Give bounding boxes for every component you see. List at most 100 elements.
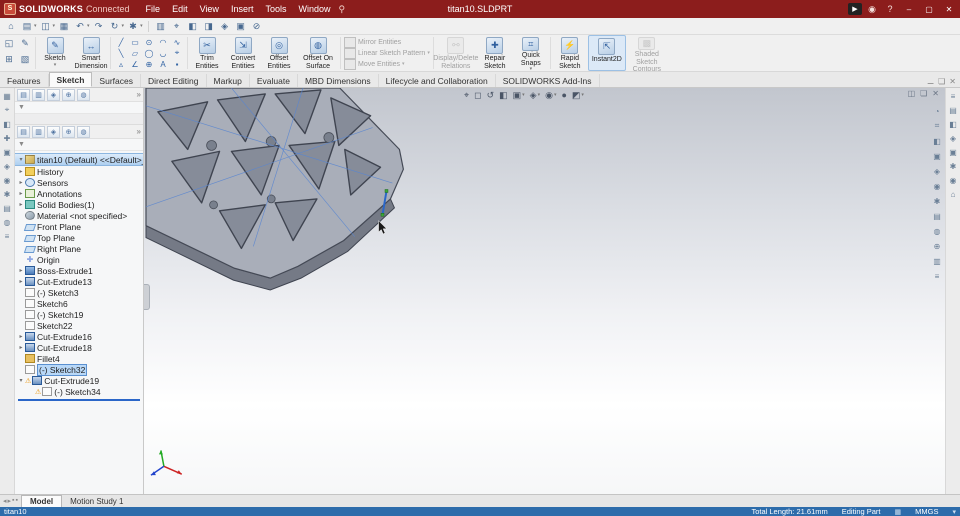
linear-pattern-caret-icon[interactable]: ▾ [427,50,430,56]
status-grid-icon[interactable]: ▦ [895,508,902,516]
view-orientation-icon[interactable]: ▣ ▾ [511,90,527,101]
tab-sketch[interactable]: Sketch [48,72,93,87]
tab-scroll-left-icon[interactable]: ◂ [3,497,7,505]
left-toolbar-icon[interactable]: ✚ [2,133,12,143]
tree-item-cut-extrude19[interactable]: ▾ ⚠ Cut-Extrude19 [15,375,143,386]
menu-insert[interactable]: Insert [225,4,260,14]
custom-properties-icon[interactable]: ✱ [948,161,958,171]
zoom-to-fit-icon[interactable]: ⌖ [462,90,471,101]
view-palette-icon[interactable]: ◈ [948,133,958,143]
open-icon[interactable]: ▤ [20,20,34,33]
ribbon-restore-icon[interactable]: ❏ [938,77,945,86]
print-icon[interactable]: ▦ [57,20,71,33]
repair-sketch-button[interactable]: ✚ Repair Sketch [477,35,513,71]
edit-appearance-icon[interactable]: ● [559,90,568,100]
rapid-sketch-button[interactable]: ⚡ Rapid Sketch [552,35,588,71]
tab-mbd-dimensions[interactable]: MBD Dimensions [298,74,379,87]
display-manager-icon[interactable]: ◍ [77,88,90,101]
left-toolbar-icon[interactable]: ⌖ [2,105,12,115]
dimxpert-manager-icon[interactable]: ⊕ [62,125,75,138]
parallelogram-tool-icon[interactable]: ▱ [128,48,142,59]
expander-icon[interactable]: ▸ [17,267,25,274]
expander-icon[interactable]: ▸ [17,278,25,285]
redo-icon[interactable]: ↷ [92,20,106,33]
tab-list-icon[interactable]: ▪ [12,497,14,505]
pin-menu-icon[interactable]: ⚲ [338,4,345,15]
smart-dimension-button[interactable]: ↔ Smart Dimension [73,35,109,71]
tab-direct-editing[interactable]: Direct Editing [141,74,207,87]
exit-sketch-icon[interactable]: ◱ [2,37,16,50]
expander-icon[interactable]: ▸ [17,201,25,208]
rollback-bar[interactable] [18,399,140,401]
section-icon[interactable]: ◨ [202,20,216,33]
mirror-entities-button[interactable]: Mirror Entities [344,36,430,48]
right-toolbar-icon[interactable]: ▣ [932,151,942,161]
left-toolbar-icon[interactable]: ◧ [2,119,12,129]
dimxpert-manager-icon[interactable]: ⊕ [62,88,75,101]
expander-icon[interactable]: ▾ [17,156,25,163]
menu-tools[interactable]: Tools [259,4,292,14]
appearance-icon[interactable]: ◈ [218,20,232,33]
panel-splitter-handle[interactable] [144,284,150,310]
tree-item-solid-bodies[interactable]: ▸ Solid Bodies(1) [15,199,143,210]
options-icon[interactable]: ✱ [126,20,140,33]
left-toolbar-icon[interactable]: ✱ [2,189,12,199]
left-toolbar-icon[interactable]: ◍ [2,217,12,227]
move-entities-caret-icon[interactable]: ▾ [402,61,405,67]
zoom-to-area-icon[interactable]: ◻ [472,90,483,101]
right-toolbar-icon[interactable]: ◔ [932,106,942,116]
file-properties-icon[interactable]: ▥ [154,20,168,33]
sketch-settings-icon[interactable]: ✎ [18,37,32,50]
maximize-button[interactable]: ▢ [920,2,938,16]
left-toolbar-icon[interactable]: ◈ [2,161,12,171]
expander-icon[interactable]: ▾ [17,377,25,384]
tab-features[interactable]: Features [0,74,49,87]
right-toolbar-icon[interactable]: ⊕ [932,241,942,251]
tree-item-sensors[interactable]: ▸ Sensors [15,177,143,188]
forum-icon[interactable]: ◉ [948,175,958,185]
file-explorer-icon[interactable]: ◧ [948,119,958,129]
left-toolbar-icon[interactable]: ≡ [2,231,12,241]
sketch-picture-icon[interactable]: ▧ [18,53,32,66]
expander-icon[interactable]: ▸ [17,168,25,175]
3dexperience-icon[interactable]: ▶ [848,3,862,15]
tree-item-history[interactable]: ▸ History [15,166,143,177]
grid-snap-icon[interactable]: ⊞ [2,53,16,66]
right-toolbar-icon[interactable]: ⌗ [932,121,942,131]
close-button[interactable]: ✕ [940,2,958,16]
display-manager-icon[interactable]: ◍ [77,125,90,138]
menu-window[interactable]: Window [292,4,336,14]
menu-edit[interactable]: Edit [166,4,194,14]
tree-item-fillet4[interactable]: Fillet4 [15,353,143,364]
save-caret-icon[interactable]: ▾ [53,23,56,29]
expander-icon[interactable]: ▸ [17,179,25,186]
polygon-tool-icon[interactable]: ▵ [114,59,128,70]
fm-tabs-overflow-icon[interactable]: » [137,90,141,99]
tab-scroll-right-icon[interactable]: ▸ [8,497,12,505]
fm-tabs-overflow-icon[interactable]: » [137,127,141,136]
arc-tool-icon[interactable]: ◠ [156,37,170,48]
tree-item-right-plane[interactable]: Right Plane [15,243,143,254]
left-toolbar-icon[interactable]: ▦ [2,91,12,101]
viewport-split-icon[interactable]: ◫ [908,89,916,98]
solidworks-resources-icon[interactable]: ≡ [948,91,958,101]
status-units[interactable]: MMGS [915,507,938,516]
configuration-manager-icon[interactable]: ◈ [47,125,60,138]
graphics-viewport[interactable]: ⌖ ◻ ↺ ◧ ▣▾ ◈▾ ◉▾ ● ◩▾ ◫ ❏ ✕ ◔ ⌗ ◧ ▣ [144,88,945,494]
model-canvas[interactable] [144,88,945,494]
tree-item-cut-extrude18[interactable]: ▸ Cut-Extrude18 [15,342,143,353]
minimize-button[interactable]: – [900,2,918,16]
right-toolbar-icon[interactable]: ▥ [932,256,942,266]
left-toolbar-icon[interactable]: ▤ [2,203,12,213]
tree-filter-row[interactable]: ▼ [15,139,143,151]
tree-item-origin[interactable]: ✛ Origin [15,254,143,265]
tree-item-material[interactable]: Material <not specified> [15,210,143,221]
quick-snaps-button[interactable]: ⌗ Quick Snaps ▾ [513,35,549,72]
tree-item-sketch6[interactable]: Sketch6 [15,298,143,309]
display-style-icon[interactable]: ◈ ▾ [528,90,542,101]
section-view-icon[interactable]: ◧ [497,90,510,101]
tree-item-sketch22[interactable]: Sketch22 [15,320,143,331]
appearances-scenes-icon[interactable]: ▣ [948,147,958,157]
previous-view-icon[interactable]: ↺ [485,90,497,101]
save-icon[interactable]: ◫ [39,20,53,33]
